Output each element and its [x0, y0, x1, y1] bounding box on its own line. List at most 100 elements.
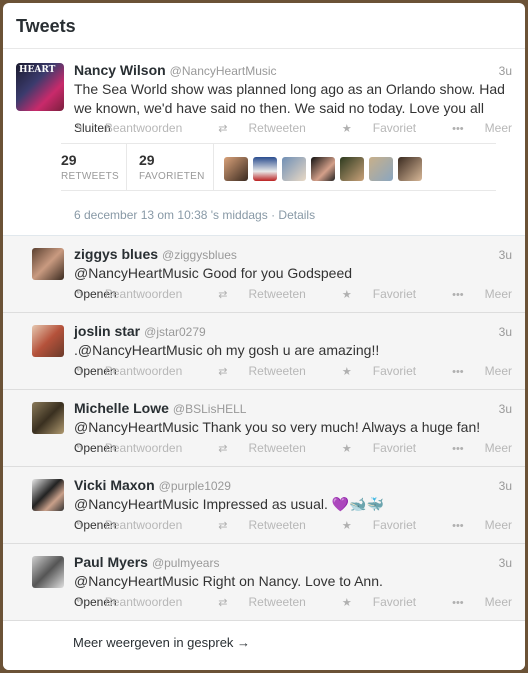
reply-tweet[interactable]: ziggys blues @ziggysblues 3u @NancyHeartM… [3, 236, 525, 313]
ellipsis-icon: ••• [452, 520, 464, 532]
more-button[interactable]: ••• Meer [434, 595, 512, 609]
author-name[interactable]: joslin star @jstar0279 [74, 323, 206, 339]
ellipsis-icon: ••• [452, 366, 464, 378]
reply-button[interactable]: ↰ Beantwoorden [57, 287, 183, 301]
avatar[interactable] [32, 556, 64, 588]
tweet-text: @NancyHeartMusic Right on Nancy. Love to… [74, 573, 383, 589]
favorites-stat[interactable]: 29 FAVORIETEN [139, 152, 205, 182]
tweet-actions: ↰ Beantwoorden ⇄ Retweeten ★ Favoriet ••• Meer [39, 595, 512, 609]
author-name[interactable]: Michelle Lowe @BSLisHELL [74, 400, 246, 416]
favoriter-avatar[interactable] [282, 157, 306, 181]
star-icon: ★ [341, 597, 352, 609]
tweet-text: @NancyHeartMusic Thank you so very much!… [74, 419, 481, 435]
author-name[interactable]: Nancy Wilson @NancyHeartMusic [74, 62, 277, 78]
retweet-button[interactable]: ⇄ Retweeten [200, 364, 306, 378]
more-button[interactable]: ••• Meer [434, 518, 512, 532]
favorite-button[interactable]: ★ Favoriet [324, 518, 416, 532]
retweet-icon: ⇄ [218, 443, 228, 455]
tweet-date[interactable]: 6 december 13 om 10:38 's middags · Deta… [74, 208, 315, 222]
tweet-actions: ↰ Beantwoorden ⇄ Retweeten ★ Favoriet ••• Meer [39, 364, 512, 378]
tweet-time[interactable]: 3u [499, 64, 512, 78]
reply-tweet[interactable]: joslin star @jstar0279 3u .@NancyHeartMus… [3, 313, 525, 390]
reply-button[interactable]: ↰ Beantwoorden [57, 595, 183, 609]
reply-button[interactable]: ↰ Beantwoorden [57, 441, 183, 455]
favorite-button[interactable]: ★ Favoriet [324, 364, 416, 378]
tweet-actions: ↰ Beantwoorden ⇄ Retweeten ★ Favoriet ••• Meer [39, 518, 512, 532]
tweet-stats: 29 RETWEETS 29 FAVORIETEN [61, 143, 496, 191]
tweet-actions: ↰ Beantwoorden ⇄ Retweeten ★ Favoriet ••• Meer [39, 441, 512, 455]
tweet-text: .@NancyHeartMusic oh my gosh u are amazi… [74, 342, 380, 358]
author-handle[interactable]: @ziggysblues [162, 248, 237, 262]
avatar[interactable] [32, 325, 64, 357]
avatar[interactable]: HEART [16, 63, 64, 111]
favoriter-avatar[interactable] [340, 157, 364, 181]
reply-button[interactable]: ↰ Beantwoorden [57, 518, 183, 532]
tweet-time[interactable]: 3u [499, 402, 512, 416]
retweets-stat[interactable]: 29 RETWEETS [61, 152, 119, 182]
tweet-text: @NancyHeartMusic Impressed as usual. 💜🐋🐳 [74, 496, 385, 512]
tweet-text: @NancyHeartMusic Good for you Godspeed [74, 265, 353, 281]
avatar[interactable] [32, 248, 64, 280]
favoriter-avatar[interactable] [398, 157, 422, 181]
reply-arrow-icon: ↰ [74, 289, 84, 301]
reply-button[interactable]: ↰ Beantwoorden [57, 364, 183, 378]
reply-arrow-icon: ↰ [74, 520, 84, 532]
favorite-button[interactable]: ★ Favoriet [324, 595, 416, 609]
reply-tweet[interactable]: Paul Myers @pulmyears 3u @NancyHeartMusic… [3, 544, 525, 621]
tweets-panel: Tweets HEART Nancy Wilson @NancyHeartMusi… [3, 3, 525, 670]
retweet-button[interactable]: ⇄ Retweeten [200, 287, 306, 301]
tweet-actions: ↰ Beantwoorden ⇄ Retweeten ★ Favoriet ••• Meer [39, 287, 512, 301]
author-handle[interactable]: @BSLisHELL [173, 402, 247, 416]
favoriter-avatar[interactable] [224, 157, 248, 181]
ellipsis-icon: ••• [452, 597, 464, 609]
tweet-text: The Sea World show was planned long ago … [74, 81, 505, 116]
retweet-button[interactable]: ⇄ Retweeten [200, 441, 306, 455]
author-handle[interactable]: @NancyHeartMusic [170, 64, 277, 78]
star-icon: ★ [341, 123, 352, 135]
retweet-icon: ⇄ [218, 366, 228, 378]
retweet-icon: ⇄ [218, 520, 228, 532]
avatar[interactable] [32, 479, 64, 511]
ellipsis-icon: ••• [452, 289, 464, 301]
reply-arrow-icon: ↰ [74, 597, 84, 609]
author-name[interactable]: Vicki Maxon @purple1029 [74, 477, 231, 493]
more-button[interactable]: ••• Meer [434, 364, 512, 378]
star-icon: ★ [341, 520, 352, 532]
author-name[interactable]: ziggys blues @ziggysblues [74, 246, 237, 262]
tweet-actions: ↰ Beantwoorden ⇄ Retweeten ★ Favoriet ••• Meer [39, 121, 512, 135]
favorite-button[interactable]: ★ Favoriet [324, 121, 416, 135]
ellipsis-icon: ••• [452, 443, 464, 455]
more-button[interactable]: ••• Meer [434, 287, 512, 301]
more-button[interactable]: ••• Meer [434, 441, 512, 455]
author-handle[interactable]: @jstar0279 [144, 325, 206, 339]
avatar[interactable] [32, 402, 64, 434]
retweet-icon: ⇄ [218, 289, 228, 301]
view-more-in-conversation-link[interactable]: Meer weergeven in gesprek → [73, 635, 250, 650]
favoriter-avatar[interactable] [253, 157, 277, 181]
star-icon: ★ [341, 443, 352, 455]
tweet-time[interactable]: 3u [499, 248, 512, 262]
star-icon: ★ [341, 289, 352, 301]
favoriter-avatar[interactable] [311, 157, 335, 181]
tweet-time[interactable]: 3u [499, 479, 512, 493]
reply-arrow-icon: ↰ [74, 443, 84, 455]
retweet-button[interactable]: ⇄ Retweeten [200, 518, 306, 532]
tweet-time[interactable]: 3u [499, 325, 512, 339]
retweet-icon: ⇄ [218, 597, 228, 609]
reply-tweet[interactable]: Vicki Maxon @purple1029 3u @NancyHeartMus… [3, 467, 525, 544]
retweet-button[interactable]: ⇄ Retweeten [200, 595, 306, 609]
ellipsis-icon: ••• [452, 123, 464, 135]
favorite-button[interactable]: ★ Favoriet [324, 441, 416, 455]
favorite-button[interactable]: ★ Favoriet [324, 287, 416, 301]
reply-tweet[interactable]: Michelle Lowe @BSLisHELL 3u @NancyHeartMu… [3, 390, 525, 467]
more-button[interactable]: ••• Meer [434, 121, 512, 135]
main-tweet[interactable]: HEART Nancy Wilson @NancyHeartMusic 3u Th… [3, 49, 525, 236]
reply-button[interactable]: ↰ Beantwoorden [57, 121, 183, 135]
author-name[interactable]: Paul Myers @pulmyears [74, 554, 219, 570]
retweet-button[interactable]: ⇄ Retweeten [200, 121, 306, 135]
author-handle[interactable]: @pulmyears [152, 556, 220, 570]
panel-header: Tweets [3, 3, 525, 49]
favoriter-avatar[interactable] [369, 157, 393, 181]
tweet-time[interactable]: 3u [499, 556, 512, 570]
author-handle[interactable]: @purple1029 [159, 479, 231, 493]
